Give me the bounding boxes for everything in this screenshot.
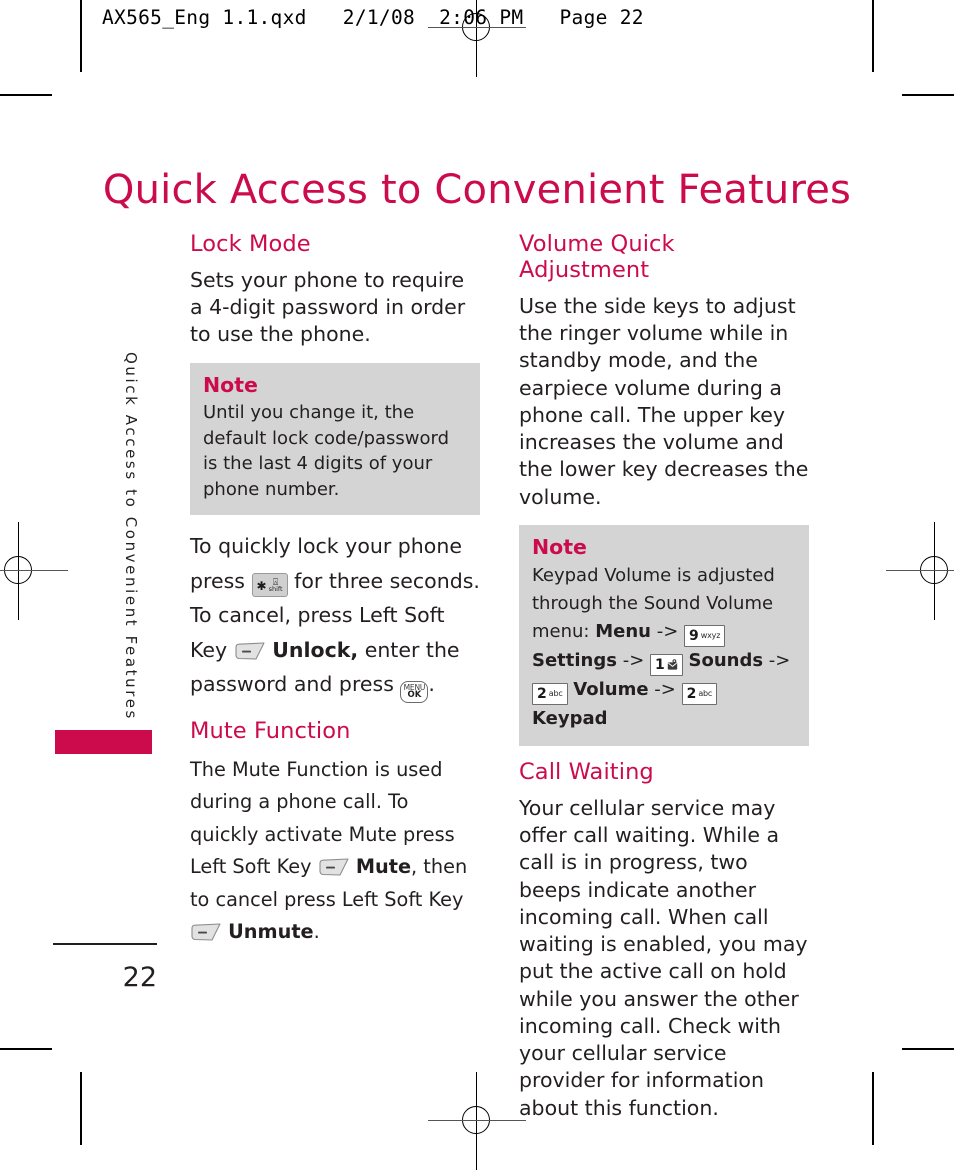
note-title: Note <box>203 372 258 397</box>
page-number: 22 <box>122 962 157 993</box>
seq-menu: Menu <box>595 621 651 643</box>
heading-volume-quick-adjustment: Volume Quick Adjustment <box>519 231 675 283</box>
star-shift-key-icon: ✱ ⍓ shift <box>251 572 288 598</box>
registration-mark-right <box>886 522 954 620</box>
printer-slug: AX565_Eng 1.1.qxd 2/1/08 2:06 PM Page 22 <box>102 6 644 29</box>
note-line1: Keypad Volume is adjusted through the So… <box>532 565 775 643</box>
menu-ok-key-icon: MENU OK <box>400 681 429 704</box>
seq-volume: Volume <box>573 679 649 701</box>
page-title: Quick Access to Convenient Features <box>102 166 852 213</box>
seq-settings: Settings <box>532 650 617 672</box>
key-2-letters: abc <box>548 689 563 699</box>
shift-label: shift <box>268 585 283 594</box>
left-soft-key-icon <box>190 923 222 943</box>
crop-mark-bottom-left-horizontal <box>0 1048 52 1050</box>
seq-arrow-3: -> <box>768 650 791 672</box>
crop-mark-bottom-right-vertical <box>872 1072 874 1145</box>
key-2-letters: abc <box>698 689 713 699</box>
star-glyph: ✱ <box>256 578 267 593</box>
unmute-bold: Unmute <box>228 919 314 943</box>
key-9-number: 9 <box>689 628 699 645</box>
note-body: Until you change it, the default lock co… <box>203 402 450 500</box>
manual-page: AX565_Eng 1.1.qxd 2/1/08 2:06 PM Page 22… <box>0 0 954 1170</box>
key-9-wxyz-icon: 9 wxyz <box>684 625 726 648</box>
seq-arrow-4: -> <box>654 679 676 701</box>
key-9-letters: wxyz <box>700 631 721 641</box>
heading-call-waiting: Call Waiting <box>519 759 654 786</box>
seq-arrow-2: -> <box>622 650 645 672</box>
crop-mark-top-right-vertical <box>872 0 874 72</box>
registration-mark-left <box>0 522 68 620</box>
seq-keypad: Keypad <box>532 708 608 730</box>
note-title: Note <box>532 534 587 559</box>
seq-arrow-1: -> <box>656 621 679 643</box>
crop-mark-top-left-vertical <box>80 0 82 72</box>
crop-mark-top-left-horizontal <box>0 94 52 96</box>
voicemail-icon <box>667 659 678 671</box>
volume-body: Use the side keys to adjust the ringer v… <box>519 293 809 509</box>
note-box-keypad-volume: Note Keypad Volume is adjusted through t… <box>519 524 809 747</box>
side-tab-marker <box>55 730 152 754</box>
seq-sounds: Sounds <box>688 650 764 672</box>
lock-mode-instruction: To quickly lock your phone press ✱ ⍓ shift… <box>190 529 480 704</box>
lock-mode-intro: Sets your phone to require a 4-digit pas… <box>190 267 466 347</box>
key-2-abc-icon: 2 abc <box>532 683 568 706</box>
heading-mute-function: Mute Function <box>190 718 351 745</box>
note-box-lock-code: Note Until you change it, the default lo… <box>190 362 480 516</box>
mute-function-body: The Mute Function is used during a phone… <box>190 754 480 948</box>
crop-mark-bottom-left-vertical <box>80 1072 82 1145</box>
left-soft-key-icon <box>234 642 266 662</box>
key-2-abc-icon: 2 abc <box>681 683 718 706</box>
note-body: Keypad Volume is adjusted through the So… <box>532 562 796 733</box>
left-soft-key-icon <box>318 858 350 878</box>
mute-part5: . <box>313 919 320 943</box>
ok-label: OK <box>407 690 422 701</box>
lock-instruction-unlock-bold: Unlock, <box>272 637 359 662</box>
key-2-number: 2 <box>686 686 697 703</box>
registration-mark-bottom <box>428 1072 526 1170</box>
key-2-number: 2 <box>537 686 547 703</box>
key-1-voicemail-icon: 1 <box>650 654 683 677</box>
heading-lock-mode: Lock Mode <box>190 231 311 257</box>
key-1-number: 1 <box>655 657 665 674</box>
shift-glyph-stack: ⍓ shift <box>268 577 283 594</box>
mute-bold: Mute <box>355 855 412 879</box>
folio-rule <box>53 943 157 945</box>
left-column: Lock Mode Sets your phone to require a 4… <box>190 231 480 962</box>
call-waiting-body: Your cellular service may offer call wai… <box>519 795 808 1120</box>
lock-instruction-part5: . <box>428 672 435 697</box>
right-column: Volume Quick Adjustment Use the side key… <box>519 231 809 1136</box>
crop-mark-bottom-right-horizontal <box>902 1048 954 1050</box>
side-tab-label: Quick Access to Convenient Features <box>122 352 140 721</box>
crop-mark-top-right-horizontal <box>902 94 954 96</box>
